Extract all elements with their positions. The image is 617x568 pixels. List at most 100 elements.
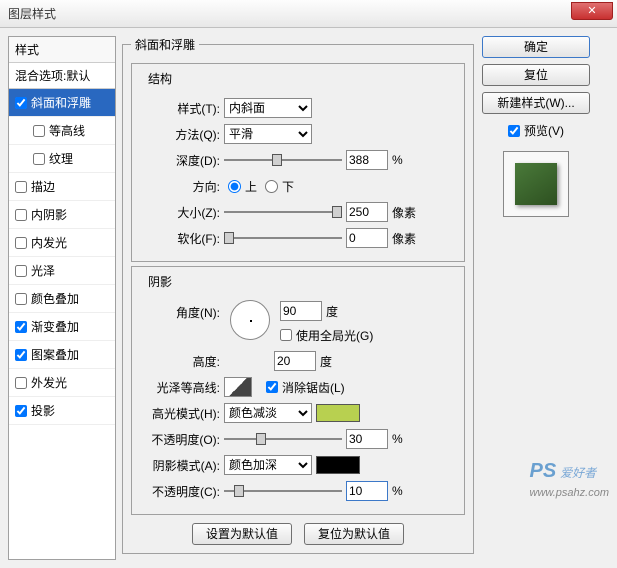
style-label: 图案叠加 [31,346,79,363]
soften-input[interactable] [346,228,388,248]
size-slider[interactable] [224,204,342,220]
altitude-unit: 度 [320,353,332,370]
shading-title: 阴影 [144,273,176,290]
angle-widget[interactable] [230,300,270,340]
method-select[interactable]: 平滑 [224,124,312,144]
style-gradient-overlay[interactable]: 渐变叠加 [9,313,115,341]
preview-label: 预览(V) [524,122,564,139]
style-outer-glow[interactable]: 外发光 [9,369,115,397]
style-label: 投影 [31,402,55,419]
direction-label: 方向: [140,178,220,195]
reset-default-button[interactable]: 复位为默认值 [304,523,404,545]
style-select[interactable]: 内斜面 [224,98,312,118]
style-pattern-overlay[interactable]: 图案叠加 [9,341,115,369]
ok-button[interactable]: 确定 [482,36,590,58]
cancel-button[interactable]: 复位 [482,64,590,86]
angle-label: 角度(N): [140,304,220,321]
style-label: 描边 [31,178,55,195]
highlight-mode-label: 高光模式(H): [140,405,220,422]
style-color-overlay[interactable]: 颜色叠加 [9,285,115,313]
bevel-legend: 斜面和浮雕 [131,36,199,53]
style-inner-glow-checkbox[interactable] [15,237,27,249]
style-label: 渐变叠加 [31,318,79,335]
angle-input[interactable] [280,301,322,321]
soften-unit: 像素 [392,230,416,247]
style-texture-checkbox[interactable] [33,153,45,165]
preview-checkbox[interactable] [508,125,520,137]
altitude-input[interactable] [274,351,316,371]
antialias-checkbox[interactable] [266,381,278,393]
blend-options[interactable]: 混合选项:默认 [9,63,115,89]
style-stroke-checkbox[interactable] [15,181,27,193]
global-light-checkbox[interactable] [280,329,292,341]
global-light-label: 使用全局光(G) [296,327,373,344]
style-label: 颜色叠加 [31,290,79,307]
preview-swatch [515,163,557,205]
structure-title: 结构 [144,70,176,87]
up-label: 上 [245,178,257,195]
style-bevel-checkbox[interactable] [15,97,27,109]
method-label: 方法(Q): [140,126,220,143]
style-label: 样式(T): [140,100,220,117]
soften-slider[interactable] [224,230,342,246]
new-style-button[interactable]: 新建样式(W)... [482,92,590,114]
watermark-text: 爱好者 [560,466,596,480]
style-label: 光泽 [31,262,55,279]
shadow-opacity-slider[interactable] [224,483,342,499]
style-drop-shadow[interactable]: 投影 [9,397,115,425]
bevel-fieldset: 斜面和浮雕 结构 样式(T): 内斜面 方法(Q): 平滑 深度(D): % [122,36,474,554]
style-gradient-overlay-checkbox[interactable] [15,321,27,333]
style-label: 内阴影 [31,206,67,223]
soften-label: 软化(F): [140,230,220,247]
style-inner-shadow[interactable]: 内阴影 [9,201,115,229]
gloss-label: 光泽等高线: [140,379,220,396]
highlight-color-swatch[interactable] [316,404,360,422]
depth-slider[interactable] [224,152,342,168]
titlebar: 图层样式 ✕ [0,0,617,28]
highlight-opacity-unit: % [392,432,403,446]
style-inner-glow[interactable]: 内发光 [9,229,115,257]
style-texture[interactable]: 纹理 [9,145,115,173]
shadow-opacity-label: 不透明度(C): [140,483,220,500]
altitude-label: 高度: [140,353,220,370]
style-inner-shadow-checkbox[interactable] [15,209,27,221]
depth-label: 深度(D): [140,152,220,169]
style-contour[interactable]: 等高线 [9,117,115,145]
close-button[interactable]: ✕ [571,2,613,20]
shadow-mode-label: 阴影模式(A): [140,457,220,474]
highlight-opacity-slider[interactable] [224,431,342,447]
style-satin[interactable]: 光泽 [9,257,115,285]
window-title: 图层样式 [8,5,56,22]
shadow-color-swatch[interactable] [316,456,360,474]
down-label: 下 [282,178,294,195]
shadow-mode-select[interactable]: 颜色加深 [224,455,312,475]
highlight-opacity-input[interactable] [346,429,388,449]
style-contour-checkbox[interactable] [33,125,45,137]
style-satin-checkbox[interactable] [15,265,27,277]
styles-panel: 样式 混合选项:默认 斜面和浮雕 等高线 纹理 描边 内阴影 内发光 光泽 颜色… [8,36,116,560]
style-label: 内发光 [31,234,67,251]
shadow-opacity-input[interactable] [346,481,388,501]
size-unit: 像素 [392,204,416,221]
styles-header: 样式 [9,37,115,63]
gloss-contour-picker[interactable] [224,377,252,397]
style-drop-shadow-checkbox[interactable] [15,405,27,417]
make-default-button[interactable]: 设置为默认值 [192,523,292,545]
direction-up-radio[interactable] [228,180,241,193]
style-color-overlay-checkbox[interactable] [15,293,27,305]
depth-input[interactable] [346,150,388,170]
style-label: 斜面和浮雕 [31,94,91,111]
style-outer-glow-checkbox[interactable] [15,377,27,389]
main-panel: 斜面和浮雕 结构 样式(T): 内斜面 方法(Q): 平滑 深度(D): % [122,36,474,560]
direction-down-radio[interactable] [265,180,278,193]
style-pattern-overlay-checkbox[interactable] [15,349,27,361]
style-bevel-emboss[interactable]: 斜面和浮雕 [9,89,115,117]
angle-unit: 度 [326,303,338,320]
size-label: 大小(Z): [140,204,220,221]
style-label: 等高线 [49,122,85,139]
size-input[interactable] [346,202,388,222]
highlight-mode-select[interactable]: 颜色减淡 [224,403,312,423]
style-stroke[interactable]: 描边 [9,173,115,201]
style-label: 纹理 [49,150,73,167]
watermark-ps: PS [530,460,557,482]
